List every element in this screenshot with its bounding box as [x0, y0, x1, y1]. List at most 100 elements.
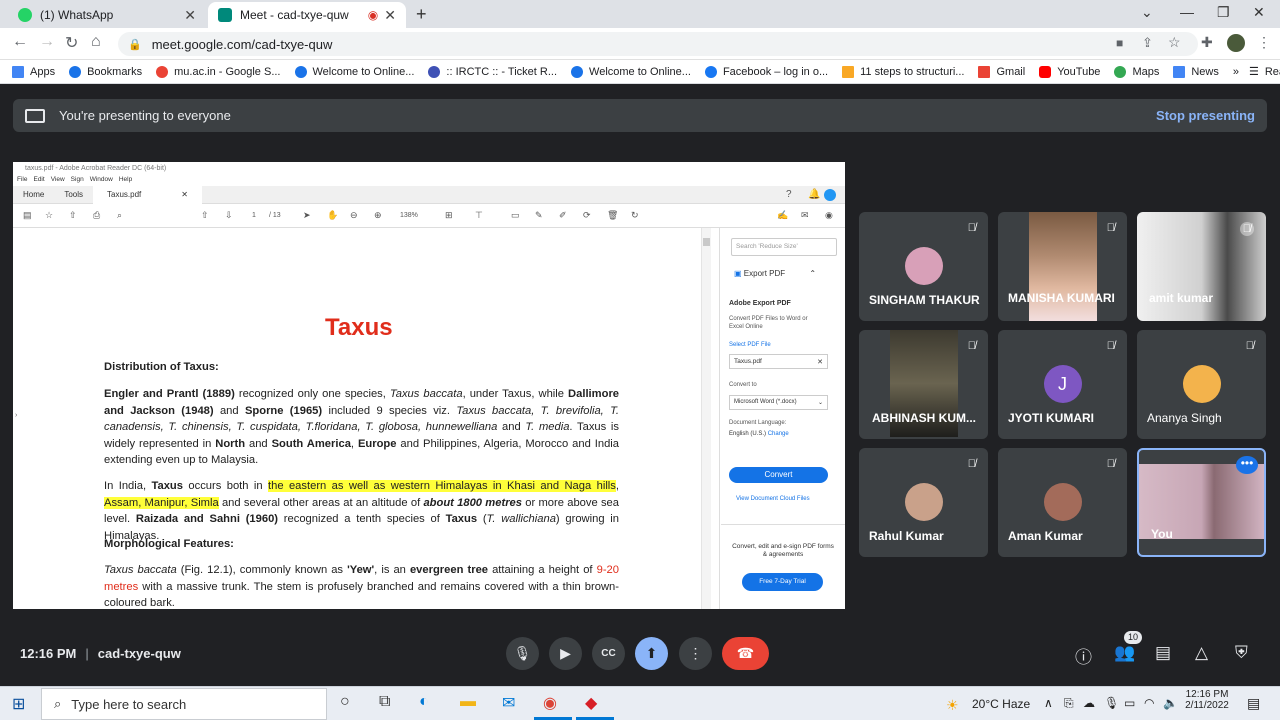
tab-whatsapp[interactable]: (1) WhatsApp ✕ — [8, 2, 206, 28]
bookmark-item[interactable]: mu.ac.in - Google S... — [156, 65, 281, 78]
tool-search-input[interactable]: Search 'Reduce Size' — [731, 238, 837, 256]
more-options-icon[interactable]: ••• — [1236, 456, 1258, 474]
page-number[interactable]: 1 — [252, 212, 256, 219]
reload-icon[interactable]: ↻ — [65, 33, 78, 53]
participant-tile[interactable]: 🎙̸ Rahul Kumar — [859, 448, 988, 557]
cloud-icon[interactable]: ☁ — [1083, 696, 1095, 710]
tab-document[interactable]: Taxus.pdf ✕ — [93, 185, 202, 204]
participant-tile[interactable]: 🎙̸ Ananya Singh — [1137, 330, 1266, 439]
bookmark-item[interactable]: Maps — [1114, 65, 1159, 78]
upload-icon[interactable]: ⇧ — [69, 210, 77, 221]
camera-button[interactable]: ▶ — [549, 637, 582, 670]
present-button[interactable]: ⬆ — [635, 637, 668, 670]
mic-icon[interactable]: 🎙 — [1104, 696, 1119, 710]
bookmark-item[interactable]: Welcome to Online... — [571, 65, 691, 78]
menu-view[interactable]: View — [51, 176, 65, 186]
view-cloud-files-link[interactable]: View Document Cloud Files — [736, 496, 810, 502]
fit-icon[interactable]: ⊞ — [445, 210, 453, 221]
participant-tile[interactable]: J 🎙̸ JYOTI KUMARI — [998, 330, 1127, 439]
menu-edit[interactable]: Edit — [33, 176, 44, 186]
menu-sign[interactable]: Sign — [71, 176, 84, 186]
tab-meet[interactable]: Meet - cad-txye-quw ◉ ✕ — [208, 2, 406, 28]
comment-icon[interactable]: ▭ — [511, 210, 520, 221]
battery-icon[interactable]: ▭ — [1124, 696, 1135, 710]
mail-icon[interactable]: ✉ — [502, 693, 515, 713]
bookmark-item[interactable]: Facebook – log in o... — [704, 65, 828, 78]
info-icon[interactable]: ⓘ — [1075, 643, 1092, 668]
rotate-icon[interactable]: ⟳ — [583, 210, 591, 221]
bookmark-item[interactable]: Welcome to Online... — [294, 65, 414, 78]
account-avatar[interactable] — [824, 189, 836, 201]
bookmark-item[interactable]: 11 steps to structuri... — [842, 65, 964, 78]
print-icon[interactable]: ⎙ — [93, 210, 100, 221]
camera-icon[interactable]: ■ — [1116, 36, 1123, 50]
participant-tile[interactable]: 🎙̸ Aman Kumar — [998, 448, 1127, 557]
participant-tile[interactable]: 🎙̸ amit kumar — [1137, 212, 1266, 321]
menu-help[interactable]: Help — [119, 176, 132, 186]
bookmark-item[interactable]: Gmail — [978, 65, 1025, 78]
page-down-icon[interactable]: ⇩ — [225, 210, 233, 221]
hand-icon[interactable]: ✋ — [327, 210, 338, 221]
reading-list[interactable]: ☰Reading list — [1249, 65, 1280, 79]
zoom-in-icon[interactable]: ⊕ — [374, 210, 382, 221]
people-icon[interactable]: 👥 — [1114, 643, 1135, 663]
participant-tile[interactable]: 🎙̸ SINGHAM THAKUR — [859, 212, 988, 321]
leave-call-button[interactable]: ☎ — [722, 637, 769, 670]
scroll-icon[interactable]: ⊤ — [475, 210, 483, 221]
minimize-icon[interactable]: — — [1180, 4, 1194, 20]
participant-tile[interactable]: 🎙̸ MANISHA KUMARI — [998, 212, 1127, 321]
zoom-out-icon[interactable]: ⊖ — [350, 210, 358, 221]
page-up-icon[interactable]: ⇧ — [201, 210, 209, 221]
stop-presenting-button[interactable]: Stop presenting — [1156, 108, 1255, 123]
extensions-icon[interactable]: ✚ — [1201, 34, 1213, 51]
change-link[interactable]: Change — [768, 431, 789, 437]
left-pane-toggle[interactable]: › — [15, 412, 17, 419]
wifi-icon[interactable]: ◠ — [1144, 696, 1154, 710]
highlight-icon[interactable]: ✎ — [535, 210, 543, 221]
bookmark-item[interactable]: Bookmarks — [69, 65, 142, 78]
close-icon[interactable]: ✕ — [141, 190, 188, 199]
sign-icon[interactable]: ✍ — [777, 210, 788, 221]
chevron-down-icon[interactable]: ⌄ — [1141, 4, 1153, 21]
participant-tile-self[interactable]: ••• You — [1137, 448, 1266, 557]
draw-icon[interactable]: ✐ — [559, 210, 567, 221]
back-icon[interactable]: ← — [12, 33, 28, 51]
convert-button[interactable]: Convert — [729, 467, 828, 483]
close-window-icon[interactable]: ✕ — [1253, 4, 1265, 21]
forward-icon[interactable]: → — [39, 33, 55, 51]
star-icon[interactable]: ☆ — [45, 210, 53, 221]
format-select[interactable]: Microsoft Word (*.docx) ⌄ — [729, 395, 828, 410]
weather-text[interactable]: 20°C Haze — [972, 697, 1030, 711]
edge-icon[interactable]: ◐ — [419, 693, 429, 711]
bell-icon[interactable]: 🔔 — [808, 189, 820, 200]
star-icon[interactable]: ☆ — [1168, 34, 1181, 51]
taskbar-clock[interactable]: 12:16 PM 2/11/2022 — [1181, 689, 1233, 711]
bookmark-item[interactable]: :: IRCTC :: - Ticket R... — [428, 65, 557, 78]
export-pdf-header[interactable]: ▣ Export PDF ⌃ — [734, 269, 816, 278]
help-icon[interactable]: ? — [786, 189, 792, 200]
chat-icon[interactable]: ▤ — [1155, 643, 1171, 663]
account-icon[interactable]: ◉ — [825, 210, 833, 221]
selected-file[interactable]: Taxus.pdf ✕ — [729, 354, 828, 369]
select-icon[interactable]: ➤ — [303, 210, 311, 221]
share-icon[interactable]: ⇪ — [1142, 35, 1153, 51]
close-icon[interactable]: ✕ — [817, 358, 823, 366]
bookmark-item[interactable]: Apps — [12, 65, 55, 78]
acrobat-icon[interactable]: ◆ — [585, 693, 597, 713]
zoom-level[interactable]: 138% — [400, 212, 418, 219]
chrome-icon[interactable]: ◉ — [543, 693, 557, 713]
file-explorer-icon[interactable]: ▬ — [460, 693, 476, 711]
home-icon[interactable]: ⌂ — [91, 33, 101, 51]
free-trial-button[interactable]: Free 7-Day Trial — [742, 573, 823, 591]
tab-home[interactable]: Home — [13, 190, 54, 199]
notification-icon[interactable]: ▤ — [1247, 695, 1260, 712]
bookmark-item[interactable]: YouTube — [1039, 65, 1100, 78]
host-controls-icon[interactable]: ⛨ — [1235, 643, 1248, 663]
captions-button[interactable]: CC — [592, 637, 625, 670]
menu-window[interactable]: Window — [90, 176, 113, 186]
microphone-button[interactable]: 🎙 — [506, 637, 539, 670]
close-icon[interactable]: ✕ — [384, 7, 396, 24]
profile-avatar[interactable] — [1227, 34, 1245, 52]
document-scrollbar[interactable] — [701, 228, 711, 609]
chevron-up-icon[interactable]: ∧ — [1044, 696, 1053, 710]
